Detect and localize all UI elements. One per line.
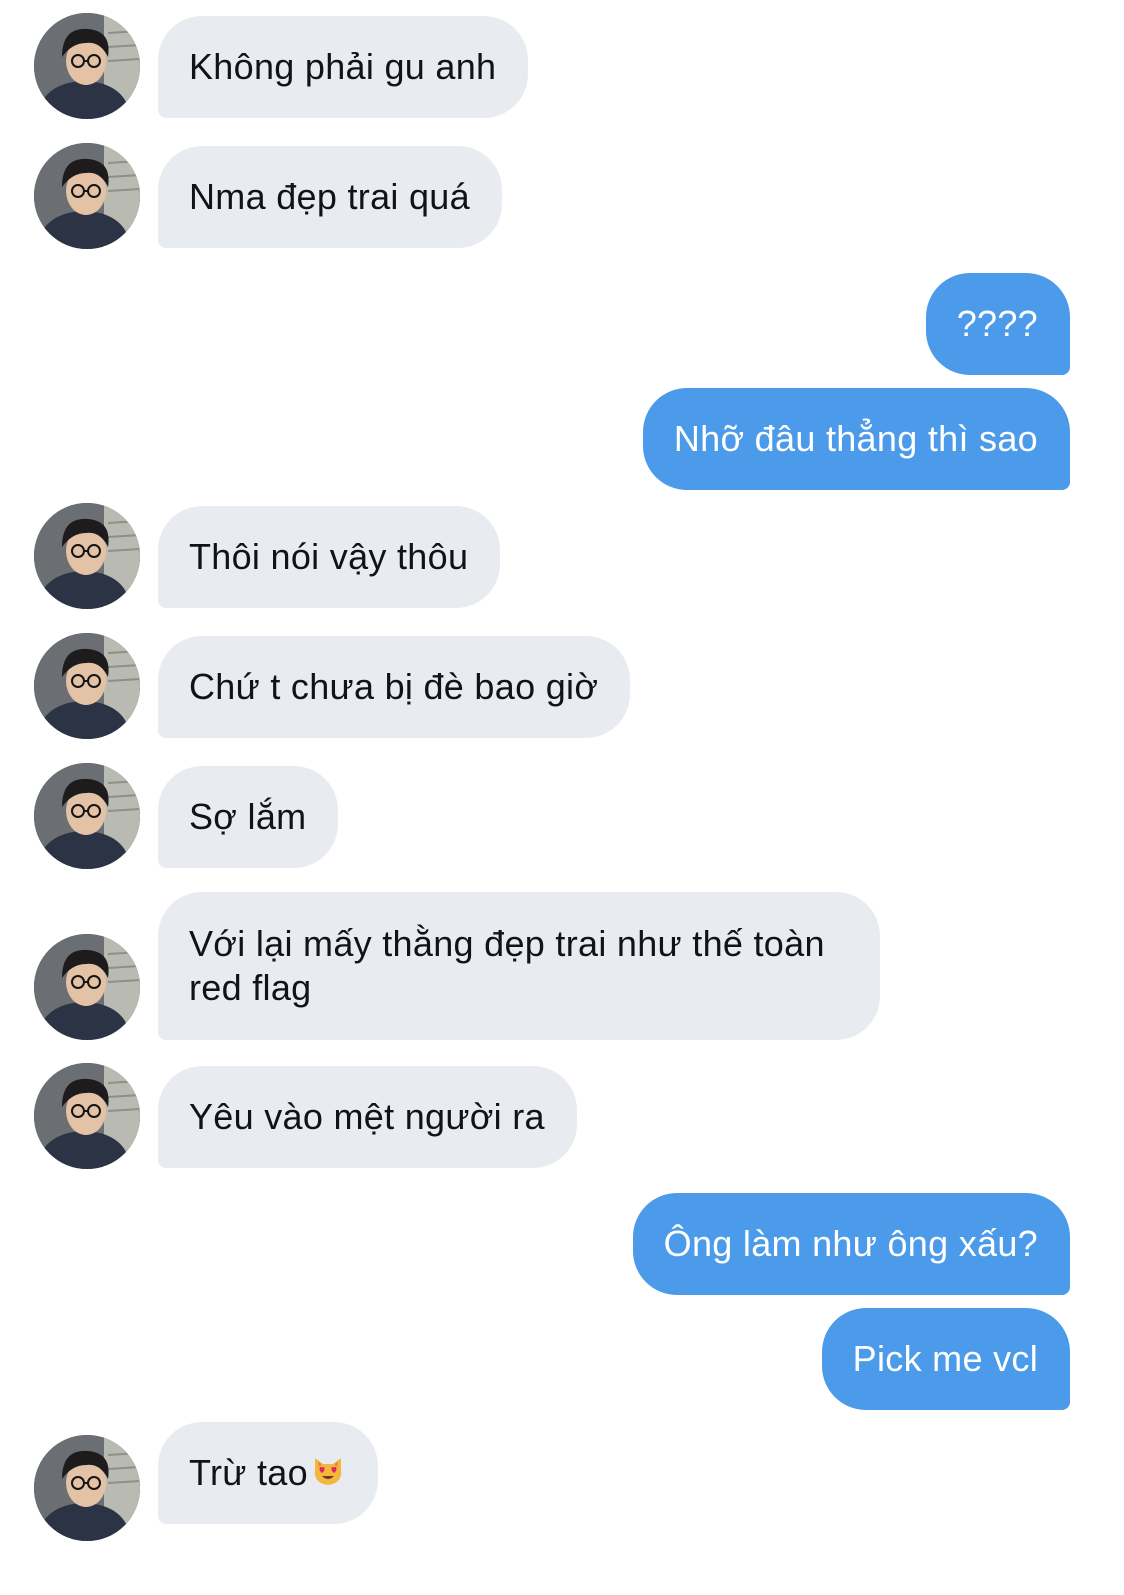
avatar-photo	[34, 633, 140, 739]
message-text: Thôi nói vậy thôu	[189, 536, 469, 577]
avatar-photo	[34, 1063, 140, 1169]
message-text: Chứ t chưa bị đè bao giờ	[189, 666, 599, 707]
contact-avatar[interactable]	[34, 1063, 140, 1169]
message-text: Pick me vcl	[852, 1338, 1038, 1379]
message-bubble-outgoing[interactable]: Pick me vcl	[821, 1308, 1070, 1410]
message-bubble-outgoing[interactable]: Ông làm như ông xấu?	[632, 1193, 1070, 1295]
message-bubble-incoming[interactable]: Yêu vào mệt người ra	[158, 1066, 577, 1168]
message-text: ????	[956, 303, 1038, 344]
heart-eyes-cat-emoji-icon	[310, 1453, 346, 1489]
message-text: Ông làm như ông xấu?	[663, 1223, 1038, 1264]
contact-avatar[interactable]	[34, 1435, 140, 1541]
chat-thread: Không phải gu anh Nma đẹp trai quá ???? …	[0, 0, 1124, 1595]
message-bubble-outgoing[interactable]: Nhỡ đâu thẳng thì sao	[642, 388, 1070, 490]
message-text: Trừ tao	[189, 1452, 308, 1493]
contact-avatar[interactable]	[34, 763, 140, 869]
message-bubble-incoming[interactable]: Với lại mấy thằng đẹp trai như thế toàn …	[158, 892, 880, 1040]
contact-avatar[interactable]	[34, 934, 140, 1040]
message-bubble-incoming[interactable]: Thôi nói vậy thôu	[158, 506, 501, 608]
avatar-photo	[34, 934, 140, 1040]
avatar-photo	[34, 503, 140, 609]
message-bubble-incoming[interactable]: Không phải gu anh	[158, 16, 529, 118]
message-text: Với lại mấy thằng đẹp trai như thế toàn …	[189, 923, 825, 1008]
message-text: Nma đẹp trai quá	[189, 176, 470, 217]
message-text: Không phải gu anh	[189, 46, 497, 87]
contact-avatar[interactable]	[34, 503, 140, 609]
message-text: Nhỡ đâu thẳng thì sao	[673, 418, 1038, 459]
avatar-photo	[34, 13, 140, 119]
avatar-photo	[34, 143, 140, 249]
message-text: Sợ lắm	[189, 796, 307, 837]
avatar-photo	[34, 763, 140, 869]
contact-avatar[interactable]	[34, 143, 140, 249]
message-bubble-incoming[interactable]: Chứ t chưa bị đè bao giờ	[158, 636, 631, 738]
message-bubble-outgoing[interactable]: ????	[925, 273, 1070, 375]
contact-avatar[interactable]	[34, 13, 140, 119]
message-text: Yêu vào mệt người ra	[189, 1096, 545, 1137]
message-bubble-incoming[interactable]: Trừ tao	[158, 1422, 378, 1524]
contact-avatar[interactable]	[34, 633, 140, 739]
message-bubble-incoming[interactable]: Sợ lắm	[158, 766, 339, 868]
avatar-photo	[34, 1435, 140, 1541]
message-bubble-incoming[interactable]: Nma đẹp trai quá	[158, 146, 502, 248]
